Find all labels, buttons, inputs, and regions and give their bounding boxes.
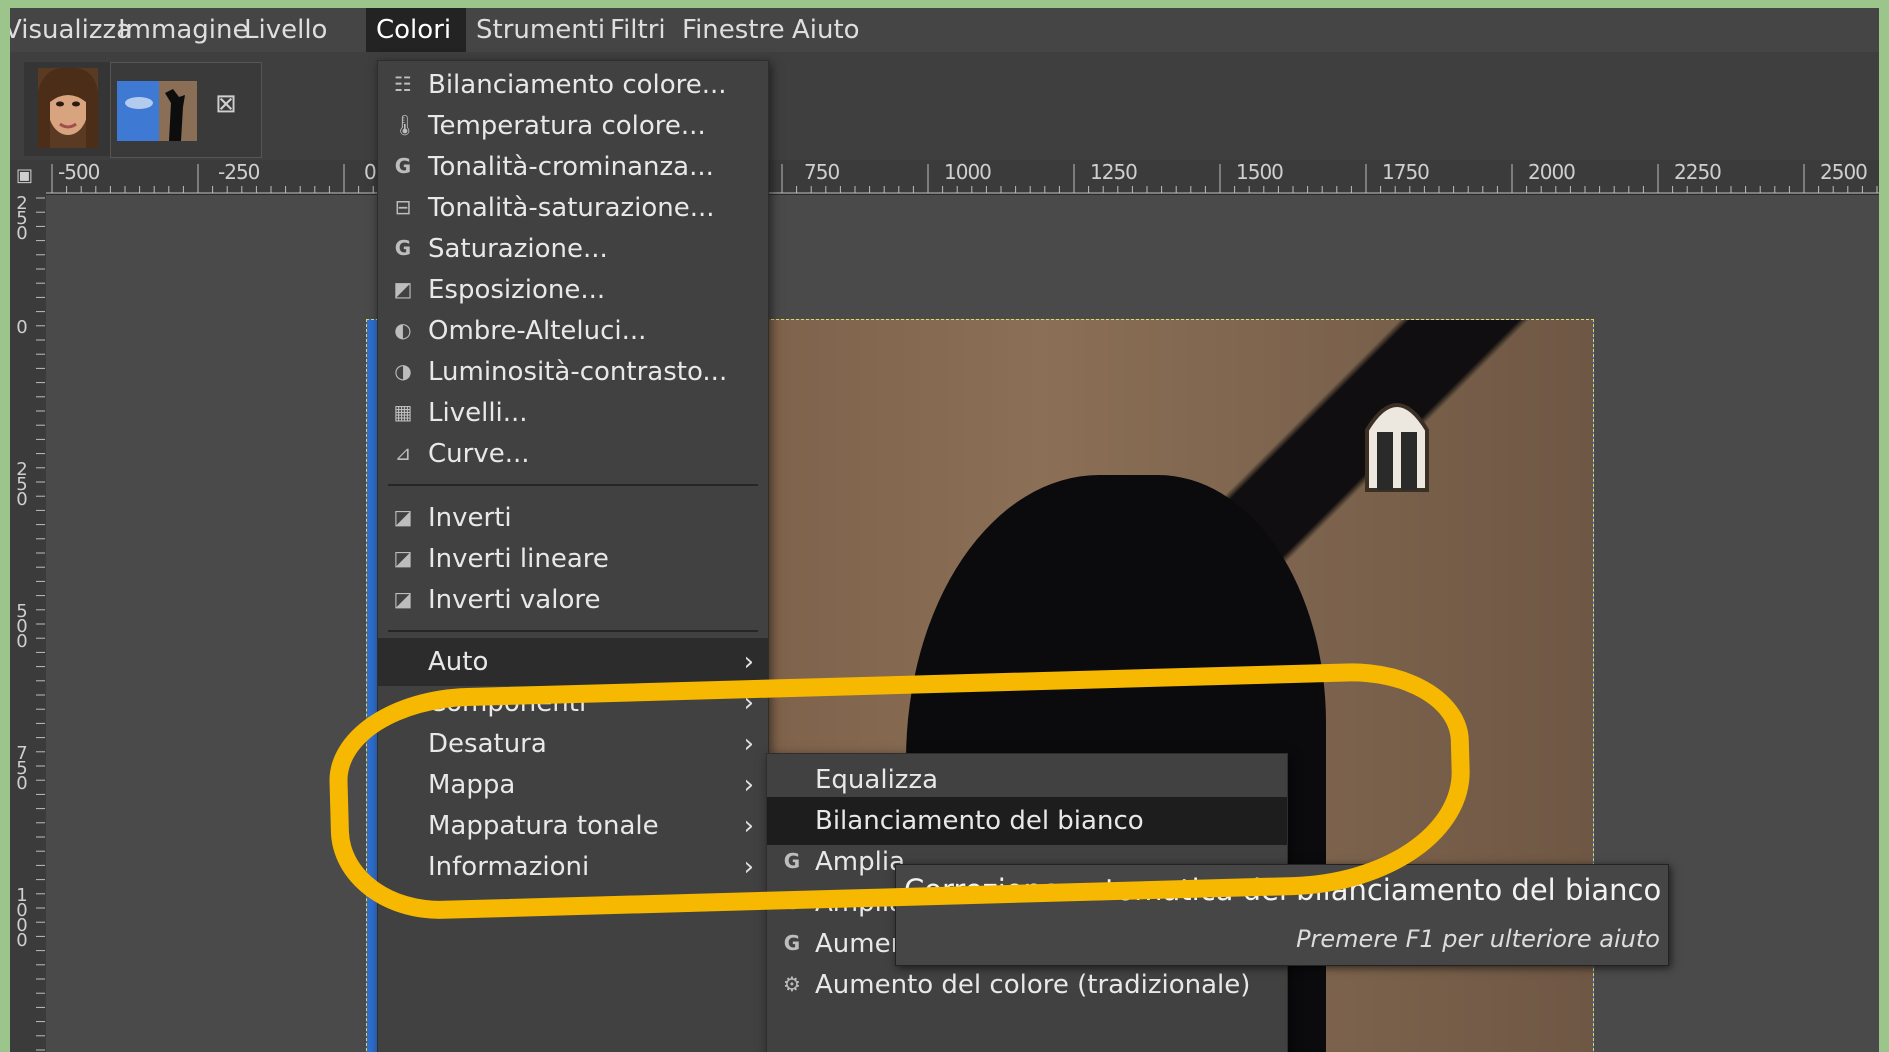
menu-item-label: Amplia [815,888,905,918]
menu-item-label: Mappatura tonale [428,811,659,841]
menu-item-label: Informazioni [428,852,590,882]
gegl-icon: G [783,931,801,955]
menu-item-label: Luminosità-contrasto... [428,357,728,387]
ruler-label: 0 [364,160,377,184]
shadows-highlights-icon: ◐ [394,318,412,342]
ruler-label: 1750 [1382,160,1430,184]
chevron-right-icon: › [743,852,754,882]
menu-item-label: Inverti lineare [428,544,609,574]
menu-item-label: Auto [428,647,489,677]
menu-filtri[interactable]: Filtri [600,8,676,52]
menu-strumenti[interactable]: Strumenti [466,8,615,52]
menu-item-curve[interactable]: ⊿ Curve... [378,430,768,478]
vertical-ruler[interactable]: 250 0 250 500 750 1000 [10,194,47,1052]
menu-item-label: Curve... [428,439,530,469]
ruler-label: -250 [218,160,260,184]
menu-item-label: Inverti valore [428,585,601,615]
ruler-label: 2500 [1820,160,1868,184]
ruler-label: 0 [16,317,28,338]
curves-icon: ⊿ [394,441,412,465]
menu-item-label: Tonalità-crominanza... [428,152,714,182]
image-tab-portrait[interactable] [24,62,110,156]
gegl-icon: G [394,236,412,260]
menu-finestre[interactable]: Finestre [672,8,795,52]
menubar: Visualizza Immagine Livello Colori Strum… [10,8,1879,52]
ruler-label: 750 [804,160,840,184]
ruler-label: 1500 [1236,160,1284,184]
ruler-label: 1000 [16,885,28,951]
brightness-contrast-icon: ◑ [394,359,412,383]
menu-item-label: Livelli... [428,398,528,428]
tooltip-title: Correzione automatica del bilanciamento … [904,873,1662,907]
invert-icon: ◪ [393,505,413,529]
menu-item-label: Componenti [428,688,587,718]
ruler-label: 1250 [1090,160,1138,184]
menu-item-informazioni[interactable]: Informazioni › [378,843,768,891]
menu-item-label: Bilanciamento colore... [428,70,727,100]
horizontal-ruler[interactable]: -500 -250 0 750 1000 1250 1500 1750 2000… [46,160,1879,195]
menu-item-label: Ombre-Alteluci... [428,316,647,346]
ruler-corner-button[interactable]: ▣ [10,160,46,194]
menu-item-inverti-valore[interactable]: ◪ Inverti valore [378,576,768,624]
invert-icon: ◪ [393,546,413,570]
menu-item-label: Amplia [815,847,905,877]
menu-item-label: Esposizione... [428,275,606,305]
image-tab-florence[interactable]: ⊠ [110,62,262,158]
ruler-label: 250 [16,193,28,244]
color-temperature-icon: 🌡 [392,113,418,137]
menu-item-label: Bilanciamento del bianco [815,806,1144,836]
menu-item-label: Temperatura colore... [428,111,706,141]
exposure-icon: ◩ [393,277,413,301]
color-balance-icon: ☷ [394,72,412,96]
menu-item-label: Desatura [428,729,547,759]
menu-item-label: Tonalità-saturazione... [428,193,715,223]
hue-saturation-icon: ⊟ [394,195,412,219]
tooltip-hint: Premere F1 per ulteriore aiuto [1296,925,1660,953]
ruler-label: 250 [16,459,28,510]
menu-livello[interactable]: Livello [234,8,337,52]
image-tabs-bar: ⊠ [10,52,1879,160]
florence-thumbnail [117,81,197,141]
navigate-icon: ▣ [16,165,34,186]
colori-menu: ☷ Bilanciamento colore... 🌡 Temperatura … [377,60,769,1052]
levels-icon: ▦ [393,400,413,424]
ruler-label: 2250 [1674,160,1722,184]
menu-aiuto[interactable]: Aiuto [782,8,870,52]
invert-icon: ◪ [393,587,413,611]
ruler-label: 2000 [1528,160,1576,184]
close-tab-icon[interactable]: ⊠ [215,89,237,119]
ruler-label: 1000 [944,160,992,184]
tooltip: Correzione automatica del bilanciamento … [895,864,1669,966]
menu-colori[interactable]: Colori [366,8,466,52]
menu-item-label: Saturazione... [428,234,608,264]
gegl-icon: G [783,890,801,914]
ruler-label: 500 [16,601,28,652]
menu-item-label: Equalizza [815,765,939,795]
ruler-label: -500 [58,160,100,184]
menu-item-aumento-colore-tradizionale[interactable]: ⚙ Aumento del colore (tradizionale) [767,961,1287,1009]
gegl-icon: G [394,154,412,178]
menu-item-label: Mappa [428,770,516,800]
plugin-icon: ⚙ [783,972,801,996]
menu-separator [388,630,758,632]
menu-separator [388,484,758,486]
ruler-label: 750 [16,743,28,794]
menu-item-label: Aumento del colore (tradizionale) [815,970,1251,1000]
gegl-icon: G [783,849,801,873]
menu-item-label: Inverti [428,503,512,533]
portrait-thumbnail [38,67,98,148]
gimp-window: Visualizza Immagine Livello Colori Strum… [10,8,1879,1052]
